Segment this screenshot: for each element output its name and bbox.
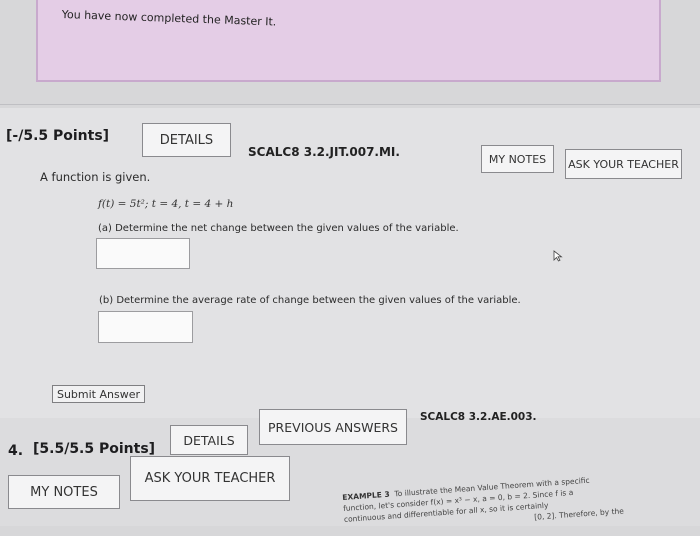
part-b-text: (b) Determine the average rate of change… bbox=[99, 295, 521, 306]
ask-your-teacher-button[interactable]: ASK YOUR TEACHER bbox=[565, 149, 682, 179]
part-a-text: (a) Determine the net change between the… bbox=[98, 223, 459, 234]
question-4-ask-your-teacher-button[interactable]: ASK YOUR TEACHER bbox=[130, 456, 290, 501]
previous-answers-button[interactable]: PREVIOUS ANSWERS bbox=[259, 409, 407, 445]
course-code: SCALC8 3.2.JIT.007.MI. bbox=[248, 145, 400, 159]
section-divider bbox=[0, 104, 700, 105]
question-4-course-code: SCALC8 3.2.AE.003. bbox=[420, 411, 537, 423]
submit-answer-button[interactable]: Submit Answer bbox=[52, 385, 145, 403]
question-3-points: [-/5.5 Points] bbox=[6, 128, 110, 144]
question-4-number: 4. bbox=[8, 443, 24, 459]
details-button[interactable]: DETAILS bbox=[142, 123, 231, 157]
question-prompt: A function is given. bbox=[40, 170, 151, 184]
question-4-points: [5.5/5.5 Points] bbox=[33, 441, 156, 457]
question-4-details-button[interactable]: DETAILS bbox=[170, 425, 248, 455]
my-notes-button[interactable]: MY NOTES bbox=[481, 145, 554, 173]
part-a-answer-input[interactable] bbox=[96, 238, 190, 269]
question-4-my-notes-button[interactable]: MY NOTES bbox=[8, 475, 120, 509]
mouse-pointer-icon bbox=[553, 250, 563, 262]
part-b-answer-input[interactable] bbox=[98, 311, 193, 343]
function-definition: f(t) = 5t²; t = 4, t = 4 + h bbox=[98, 198, 234, 210]
